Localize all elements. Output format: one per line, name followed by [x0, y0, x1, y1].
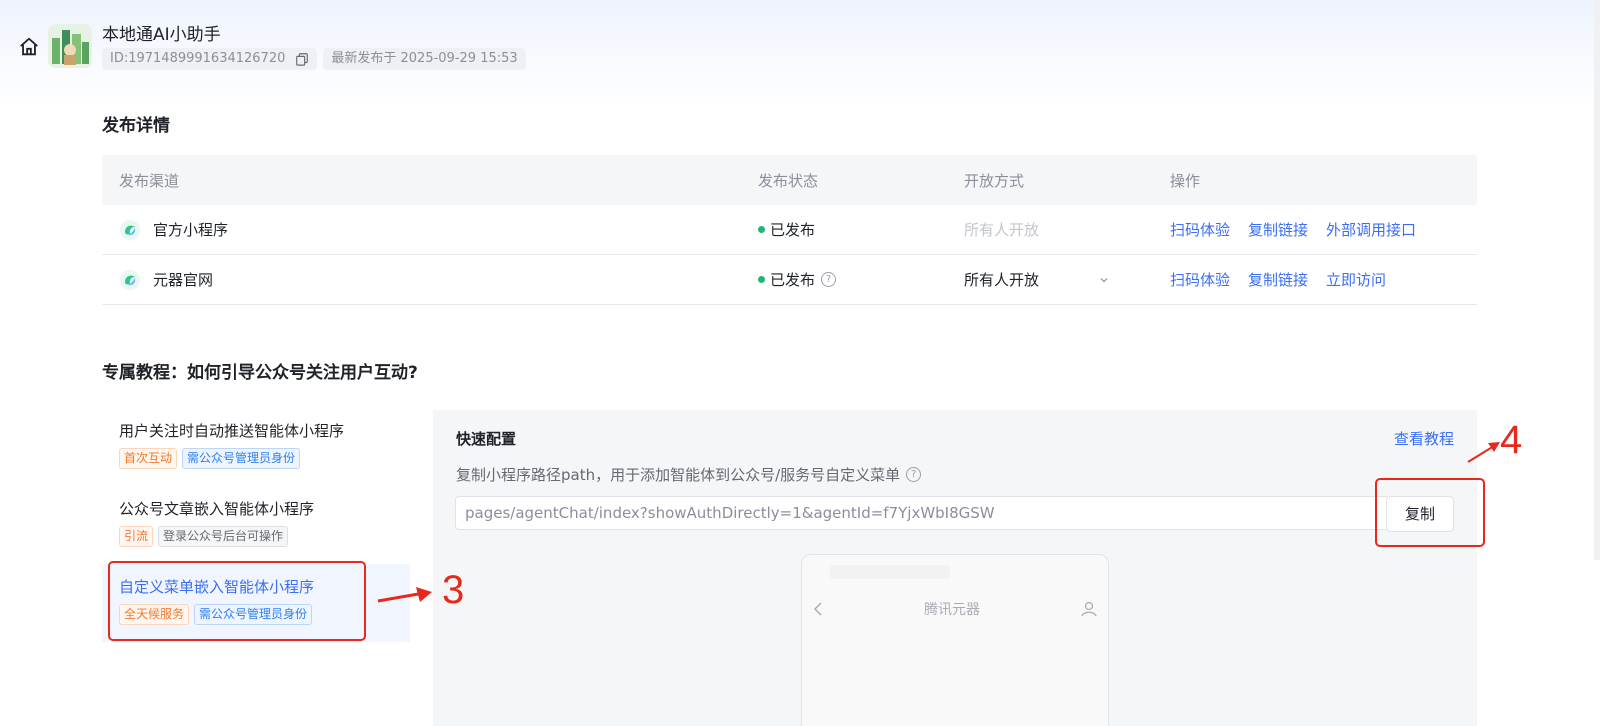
tag: 首次互动 [119, 448, 178, 469]
agent-id: ID:1971489991634126720 [110, 51, 286, 66]
col-channel: 发布渠道 [119, 171, 180, 190]
access-mode-select[interactable]: 所有人开放 [964, 269, 1109, 290]
status-text: 已发布 [770, 221, 816, 239]
annotation-arrow-3 [377, 587, 432, 603]
back-chevron-icon [813, 602, 822, 616]
tutorial-item-title: 用户关注时自动推送智能体小程序 [119, 422, 345, 440]
col-status: 发布状态 [758, 171, 819, 190]
yuanqi-logo-icon [120, 219, 140, 240]
help-icon[interactable]: ? [906, 467, 922, 482]
copy-icon[interactable] [295, 52, 309, 66]
publish-section-title: 发布详情 [102, 116, 170, 136]
table-row: 官方小程序 已发布 所有人开放 扫码体验 复制链接 外部调用接口 [102, 205, 1477, 255]
publish-table: 发布渠道 发布状态 开放方式 操作 官方小程序 已发布 所有人开放 扫码体验 复… [102, 155, 1477, 305]
tutorial-item-auto-push[interactable]: 用户关注时自动推送智能体小程序 首次互动 需公众号管理员身份 [102, 408, 410, 486]
table-row: 元器官网 已发布 ? 所有人开放 扫码体验 复制链接 立即访问 [102, 255, 1477, 305]
scan-qr-link[interactable]: 扫码体验 [1170, 269, 1230, 290]
phone-title: 腾讯元器 [924, 602, 980, 618]
view-tutorial-link[interactable]: 查看教程 [1394, 428, 1454, 449]
annotation-label-3: 3 [442, 568, 465, 612]
visit-now-link[interactable]: 立即访问 [1326, 269, 1386, 290]
status-dot [758, 226, 765, 233]
scrollbar[interactable] [1594, 0, 1600, 560]
chevron-down-icon [1100, 277, 1108, 282]
table-header: 发布渠道 发布状态 开放方式 操作 [102, 155, 1477, 205]
publish-time-chip: 最新发布于 2025-09-29 15:53 [323, 48, 526, 70]
app-title: 本地通AI小助手 [102, 25, 221, 45]
copy-link-link[interactable]: 复制链接 [1248, 269, 1308, 290]
status-dot [758, 276, 765, 283]
annotation-box-3 [108, 561, 366, 641]
tag: 登录公众号后台可操作 [158, 526, 289, 547]
channel-name: 元器官网 [153, 271, 214, 289]
miniprogram-path-input[interactable]: pages/agentChat/index?showAuthDirectly=1… [455, 496, 1390, 530]
annotation-box-4 [1375, 478, 1485, 547]
access-mode: 所有人开放 [964, 271, 1040, 289]
app-avatar [48, 24, 92, 68]
agent-id-chip: ID:1971489991634126720 [102, 48, 318, 70]
help-icon[interactable]: ? [821, 272, 837, 287]
home-icon[interactable] [18, 36, 40, 58]
external-api-link[interactable]: 外部调用接口 [1326, 219, 1416, 240]
tag: 需公众号管理员身份 [182, 448, 301, 469]
tutorial-item-article-embed[interactable]: 公众号文章嵌入智能体小程序 引流 登录公众号后台可操作 [102, 486, 410, 564]
description-text: 复制小程序路径path，用于添加智能体到公众号/服务号自定义菜单 [456, 466, 901, 484]
annotation-arrow-4 [1467, 442, 1500, 463]
copy-link-link[interactable]: 复制链接 [1248, 219, 1308, 240]
access-mode: 所有人开放 [964, 221, 1040, 239]
annotation-label-4: 4 [1500, 418, 1523, 462]
tag: 引流 [119, 526, 154, 547]
phone-placeholder [830, 565, 950, 579]
channel-name: 官方小程序 [153, 221, 229, 239]
user-icon [1081, 601, 1097, 617]
publish-time: 最新发布于 2025-09-29 15:53 [331, 51, 518, 66]
status-text: 已发布 [770, 271, 816, 289]
panel-title: 快速配置 [456, 430, 517, 448]
tutorial-item-title: 公众号文章嵌入智能体小程序 [119, 500, 315, 518]
phone-header: 腾讯元器 [802, 595, 1108, 623]
panel-description: 复制小程序路径path，用于添加智能体到公众号/服务号自定义菜单 ? [456, 464, 922, 485]
col-actions: 操作 [1170, 171, 1201, 190]
scan-qr-link[interactable]: 扫码体验 [1170, 219, 1230, 240]
col-access: 开放方式 [964, 171, 1025, 190]
tutorial-section-title: 专属教程：如何引导公众号关注用户互动? [102, 363, 418, 383]
phone-preview: 腾讯元器 [801, 554, 1109, 726]
yuanqi-logo-icon [120, 269, 140, 290]
